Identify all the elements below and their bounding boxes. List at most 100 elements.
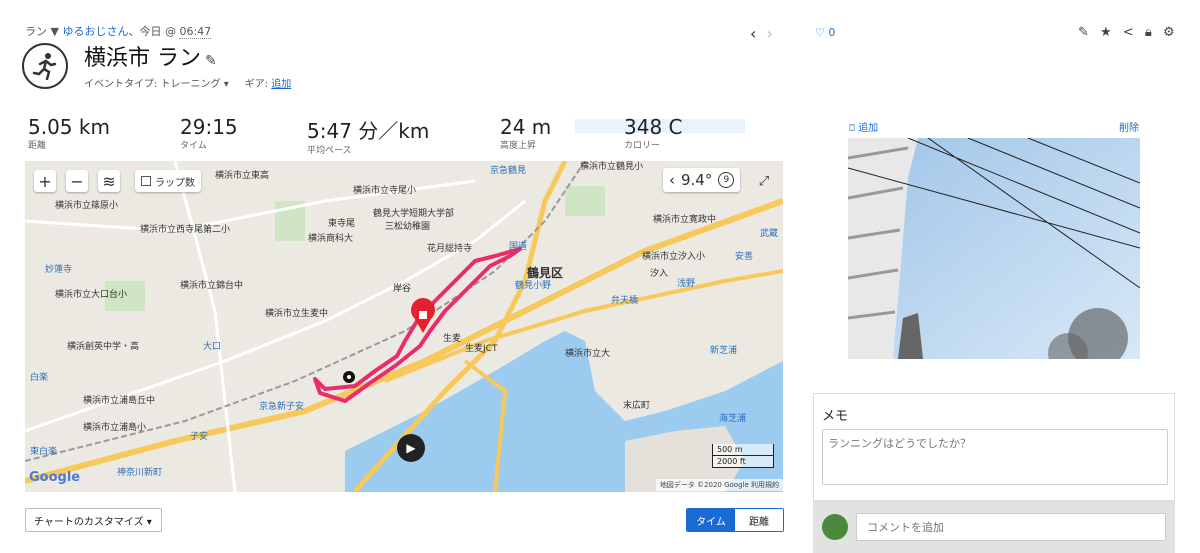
page-title[interactable]: 横浜市 ラン ✎ (84, 40, 217, 72)
chart-axis-toggle: タイム 距離 (686, 508, 784, 532)
map-label: 東白楽 (30, 447, 58, 457)
fullscreen-icon[interactable]: ⤢ (753, 170, 775, 192)
map-label: 京急鶴見 (490, 166, 527, 176)
map-label: 新芝浦 (710, 346, 738, 356)
previous-activity-icon[interactable]: ‹ (750, 24, 756, 43)
zoom-out-button[interactable]: − (66, 170, 88, 192)
next-activity-icon[interactable]: › (766, 24, 772, 43)
activity-time[interactable]: 06:47 (179, 25, 212, 39)
lock-icon[interactable]: 🔒︎ (1145, 25, 1152, 40)
map-label: 子安 (190, 432, 209, 442)
play-button[interactable]: ▶ (397, 434, 425, 462)
map-label: 横浜市立大口台小 (55, 290, 128, 300)
map-label: 生麦 (443, 334, 462, 344)
map-label: 横浜市立大 (565, 349, 611, 359)
runner-icon (32, 53, 57, 80)
map-label: 東寺尾 (328, 219, 356, 229)
map-label: 横浜市立錦台中 (180, 281, 244, 291)
stats-row: 5.05 km 距離 29:15 タイム 5:47 分／km 平均ペース 24 … (28, 115, 768, 156)
map-label: 岸谷 (393, 284, 412, 294)
map-label: 神奈川新町 (117, 468, 163, 478)
laps-label: ラップ数 (155, 177, 195, 189)
activity-page: ラン ▼ ゆるおじさん、今日 @ 06:47 横浜市 ラン ✎ イベントタイプ: … (0, 0, 1200, 553)
stat-label: 距離 (28, 141, 47, 151)
map-label: 弁天橋 (611, 296, 639, 306)
map-label: 鶴見小野 (515, 281, 552, 291)
laps-checkbox[interactable] (141, 176, 151, 186)
map-label: 武蔵 (760, 229, 779, 239)
map-label: 浅野 (677, 279, 696, 289)
route-map[interactable]: 鶴見区 横浜市立東高 横浜市立寺尾小 横浜市立篠原小 横浜市立西寺尾第二小 鶴見… (25, 161, 783, 492)
map-label: 末広町 (623, 401, 651, 411)
map-label: 横浜市立浦島小 (83, 423, 147, 433)
stat-calories: 348 C カロリー (624, 115, 683, 151)
map-label: 大口 (203, 342, 222, 352)
edit-icon[interactable]: ✎ (1078, 25, 1089, 40)
activity-nav: ‹ › (750, 24, 783, 43)
wind-icon: 9 (718, 172, 735, 188)
stat-label: タイム (180, 141, 207, 151)
chevron-left-icon[interactable]: ‹ (669, 171, 675, 189)
activity-breadcrumb: ラン ▼ ゆるおじさん、今日 @ 06:47 (25, 23, 212, 39)
road (173, 161, 237, 492)
map-label: 横浜創英中学・高 (67, 342, 140, 352)
avatar (822, 514, 848, 540)
stat-distance: 5.05 km 距離 (28, 115, 110, 151)
time-axis-button[interactable]: タイム (687, 509, 735, 531)
event-type-dropdown[interactable]: イベントタイプ: トレーニング ▾ (84, 79, 229, 90)
user-link[interactable]: ゆるおじさん (62, 25, 128, 38)
gear-label: ギア: (244, 79, 269, 90)
map-attribution[interactable]: 地図データ ©2020 Google 利用規約 (655, 479, 783, 491)
map-label: 生麦JCT (465, 344, 498, 354)
layers-icon[interactable]: ≋ (98, 170, 120, 192)
memo-panel: メモ (813, 393, 1175, 501)
share-icon[interactable]: < (1123, 25, 1134, 40)
park (565, 186, 605, 216)
stat-label: 高度上昇 (500, 141, 537, 151)
photo-image (848, 138, 1140, 359)
stat-pace: 5:47 分／km 平均ペース (307, 115, 429, 156)
map-label: 花月総持寺 (427, 244, 473, 254)
toolbar: ✎ ★ < 🔒︎ ⚙ (1078, 25, 1182, 40)
memo-input[interactable] (822, 429, 1168, 485)
activity-type-dropdown[interactable]: ラン ▼ (25, 25, 59, 38)
map-label: 横浜市立浦島丘中 (83, 396, 156, 406)
map-label: 京急新子安 (259, 402, 305, 412)
map-label: 横浜市立西寺尾第二小 (140, 225, 231, 235)
stat-value: 5:47 分／km (307, 119, 430, 143)
distance-axis-button[interactable]: 距離 (735, 509, 783, 531)
map-label: 鶴見大学短期大学部 (373, 209, 455, 219)
weather-widget[interactable]: ‹ 9.4° 9 (663, 168, 741, 192)
edit-title-icon[interactable]: ✎ (205, 53, 217, 69)
map-label: 国道 (509, 242, 528, 252)
map-label: 横浜市立汐入小 (642, 252, 706, 262)
add-photo-button[interactable]: ⌼ 追加 (849, 119, 878, 134)
comment-bar (813, 501, 1175, 553)
activity-photo[interactable] (848, 138, 1140, 359)
activity-title[interactable]: 横浜市 ラン (84, 46, 201, 71)
memo-title: メモ (822, 409, 849, 424)
scale-imperial: 2000 ft (712, 456, 774, 468)
map-label: 安善 (735, 252, 754, 262)
running-activity-icon (22, 43, 68, 89)
gear-icon[interactable]: ⚙ (1163, 25, 1175, 40)
map-label: 横浜市立篠原小 (55, 201, 119, 211)
chart-customize-dropdown[interactable]: チャートのカスタマイズ ▾ (25, 508, 162, 532)
map-label: 横浜市立寺尾小 (353, 186, 417, 196)
like-button[interactable]: ♡ 0 (815, 26, 835, 39)
comment-input[interactable] (856, 513, 1166, 541)
stat-elevation: 24 m 高度上昇 (500, 115, 551, 151)
laps-toggle[interactable]: ラップ数 (135, 170, 201, 192)
stat-label: 平均ペース (307, 146, 352, 156)
map-label: 横浜商科大 (308, 234, 354, 244)
zoom-in-button[interactable]: + (34, 170, 56, 192)
map-label: 妙蓮寺 (45, 265, 73, 275)
add-photo-label: 追加 (858, 123, 879, 134)
map-scale: 500 m 2000 ft (712, 444, 774, 468)
map-label: 横浜市立東高 (215, 171, 270, 181)
delete-photo-button[interactable]: 削除 (1119, 119, 1139, 134)
map-label: 三松幼稚園 (385, 222, 431, 232)
add-gear-link[interactable]: 追加 (271, 79, 291, 90)
star-icon[interactable]: ★ (1100, 25, 1112, 40)
map-label: 汐入 (650, 269, 669, 279)
